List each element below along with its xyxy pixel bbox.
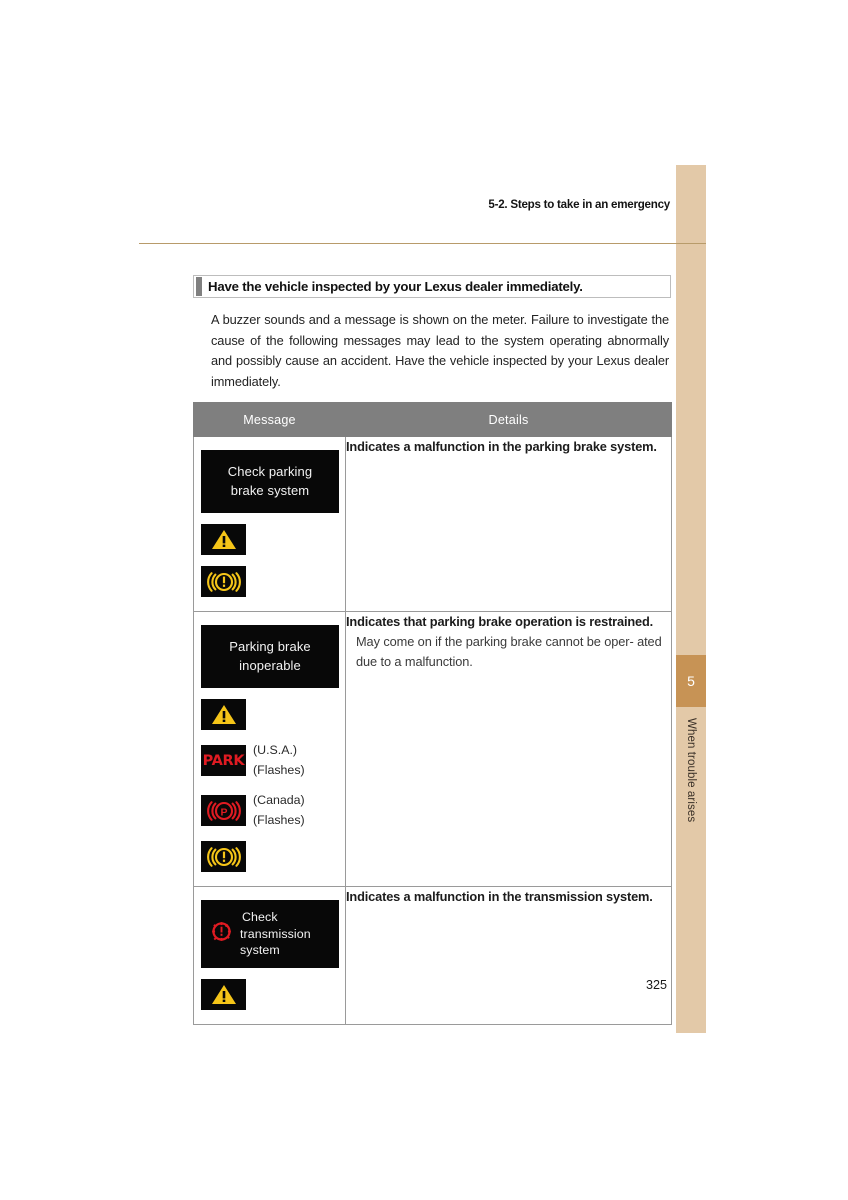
indicator-row [201,978,345,1010]
indicator-row [201,699,345,730]
indicator-row [201,841,345,872]
indicator-caption: (Canada) (Flashes) [253,791,305,830]
warning-triangle-icon [201,699,246,730]
section-heading-text: Have the vehicle inspected by your Lexus… [208,279,583,294]
indicator-row [201,566,345,597]
details-lead-text: Indicates that parking brake operation i… [346,614,654,629]
parking-brake-canada-icon: P [201,795,246,826]
warning-triangle-icon [201,524,246,555]
display-line-2: inoperable [239,658,301,673]
svg-text:P: P [220,806,227,818]
table-row: Parking brake inoperable PARK (U.S.A.) (… [193,611,672,887]
brake-warning-icon [201,841,246,872]
table-header-row: Message Details [193,402,672,437]
display-line-1: Check parking [227,464,313,479]
indicator-row: P (Canada) (Flashes) [201,791,345,830]
indicator-caption: (U.S.A.) (Flashes) [253,741,305,780]
details-sub-line-1: May come on if the parking brake cannot … [356,634,634,649]
indicator-row [201,524,345,555]
display-line-1: Check [242,910,278,924]
warning-triangle-icon [201,978,246,1010]
chapter-label: When trouble arises [676,712,706,912]
message-cell: Parking brake inoperable PARK (U.S.A.) (… [193,611,346,887]
meter-display-panel: Check parking brake system [201,450,339,513]
caption-line-1: (U.S.A.) [253,743,298,757]
meter-display-panel: Check transmission system [201,900,339,968]
meter-display-panel: Parking brake inoperable [201,625,339,688]
indicator-row: PARK (U.S.A.) (Flashes) [201,741,345,780]
brake-warning-icon [201,566,246,597]
details-cell: Indicates that parking brake operation i… [345,611,672,887]
heading-marker [196,277,202,296]
details-cell: Indicates a malfunction in the transmiss… [345,886,672,1025]
caption-line-1: (Canada) [253,793,305,807]
header-divider [139,243,706,244]
message-cell: Check transmission system [193,886,346,1025]
park-indicator-label: PARK [202,752,245,769]
section-heading: Have the vehicle inspected by your Lexus… [193,275,671,298]
chapter-number-badge: 5 [676,655,706,707]
display-line-2: transmission system [240,926,311,958]
column-header-message: Message [193,402,346,437]
display-text: Check transmission system [240,909,339,959]
running-header: 5-2. Steps to take in an emergency [488,198,670,211]
warning-message-table: Message Details Check parking brake syst… [193,402,672,1025]
display-line-2: brake system [230,483,310,498]
section-intro-paragraph: A buzzer sounds and a message is shown o… [211,312,669,389]
column-header-details: Details [345,402,672,437]
chapter-label-text: When trouble arises [685,718,697,823]
table-row: Check parking brake system Indicates a m… [193,436,672,612]
caption-line-2: (Flashes) [253,762,305,777]
chapter-number-text: 5 [687,673,695,689]
details-cell: Indicates a malfunction in the parking b… [345,436,672,612]
page-number: 325 [646,978,668,992]
details-lead-text: Indicates a malfunction in the transmiss… [346,889,653,904]
caption-line-2: (Flashes) [253,812,305,827]
details-lead-text: Indicates a malfunction in the parking b… [346,439,657,454]
transmission-gear-warning-icon [210,920,233,948]
display-line-1: Parking brake [229,639,311,654]
message-cell: Check parking brake system [193,436,346,612]
details-sub-text: May come on if the parking brake cannot … [346,632,671,672]
park-indicator-icon: PARK [201,745,246,776]
table-row: Check transmission system Indicates a ma… [193,886,672,1025]
